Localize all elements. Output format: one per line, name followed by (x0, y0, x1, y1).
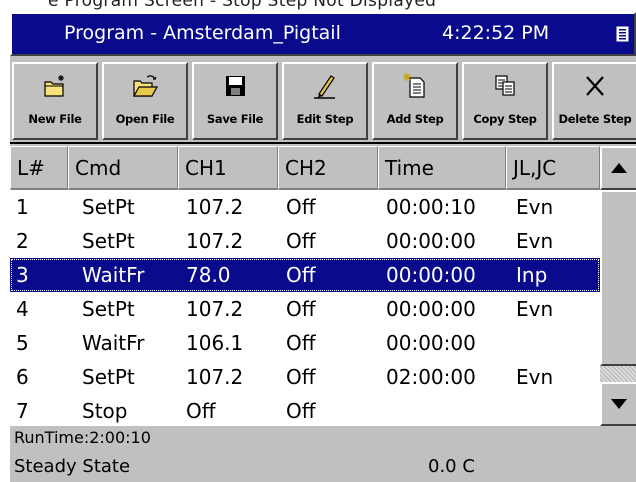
edit-step-label: Edit Step (296, 112, 354, 126)
cell-time: 00:00:10 (386, 195, 476, 219)
add-step-button[interactable]: Add Step (372, 62, 458, 140)
table-row[interactable]: 5 WaitFr 106.1 Off 00:00:00 (10, 326, 600, 360)
controller-state: Steady State (14, 456, 131, 477)
cell-ch2: Off (286, 297, 316, 321)
cell-time: 00:00:00 (386, 331, 476, 355)
scroll-up-button[interactable] (600, 146, 636, 190)
cell-ch2: Off (286, 331, 316, 355)
arrow-down-icon (611, 399, 627, 409)
scroll-down-button[interactable] (600, 382, 636, 426)
status-bar: RunTime:2:00:10 Steady State 0.0 C (10, 426, 636, 482)
table-row[interactable]: 2 SetPt 107.2 Off 00:00:00 Evn (10, 224, 600, 258)
cell-ch1: 107.2 (186, 365, 244, 389)
toolbar: New File Open File Save File Edit Step A… (10, 58, 636, 144)
save-file-label: Save File (206, 112, 264, 126)
column-header-cmd[interactable]: Cmd (68, 146, 178, 190)
open-file-button[interactable]: Open File (102, 62, 188, 140)
floppy-disk-icon (226, 76, 245, 96)
edit-step-button[interactable]: Edit Step (282, 62, 368, 140)
scroll-track[interactable] (600, 366, 636, 382)
document-caption-text: e Program Screen - Stop Step Not Display… (48, 0, 437, 11)
cell-line: 6 (16, 365, 29, 389)
menu-icon[interactable] (616, 26, 630, 42)
clock: 4:22:52 PM (442, 22, 550, 44)
new-file-icon (44, 75, 64, 97)
document-caption: e Program Screen - Stop Step Not Display… (0, 0, 636, 12)
scroll-thumb[interactable] (600, 190, 636, 366)
table-row-selected[interactable]: 3 WaitFr 78.0 Off 00:00:00 Inp (10, 258, 600, 292)
cell-ch1: 107.2 (186, 297, 244, 321)
table-row[interactable]: 6 SetPt 107.2 Off 02:00:00 Evn (10, 360, 600, 394)
add-document-icon (403, 73, 425, 98)
column-header-ch2[interactable]: CH2 (278, 146, 378, 190)
table-row[interactable]: 1 SetPt 107.2 Off 00:00:10 Evn (10, 190, 600, 224)
cell-ch2: Off (286, 195, 316, 219)
cell-jl-jc: Evn (516, 365, 554, 389)
cell-cmd: SetPt (82, 365, 135, 389)
cell-time: 00:00:00 (386, 229, 476, 253)
x-delete-icon (586, 76, 604, 96)
open-folder-icon (132, 75, 159, 97)
cell-line: 2 (16, 229, 29, 253)
program-steps-table: L# Cmd CH1 CH2 Time JL,JC 1 SetPt 107.2 … (10, 146, 600, 426)
add-step-label: Add Step (386, 112, 444, 126)
copy-step-button[interactable]: Copy Step (462, 62, 548, 140)
cell-time: 00:00:00 (386, 263, 476, 287)
arrow-up-icon (611, 163, 627, 173)
cell-ch2: Off (286, 263, 316, 287)
cell-jl-jc: Evn (516, 297, 554, 321)
cell-line: 7 (16, 399, 29, 423)
delete-step-label: Delete Step (558, 112, 632, 126)
column-header-time[interactable]: Time (378, 146, 506, 190)
cell-line: 4 (16, 297, 29, 321)
cell-cmd: SetPt (82, 195, 135, 219)
column-header-ch1[interactable]: CH1 (178, 146, 278, 190)
cell-time: 00:00:00 (386, 297, 476, 321)
cell-cmd: WaitFr (82, 263, 145, 287)
window-title: Program - Amsterdam_Pigtail (64, 22, 341, 44)
cell-cmd: WaitFr (82, 331, 145, 355)
cell-jl-jc: Evn (516, 195, 554, 219)
table-header: L# Cmd CH1 CH2 Time JL,JC (10, 146, 600, 190)
open-file-label: Open File (115, 112, 175, 126)
cell-time: 02:00:00 (386, 365, 476, 389)
vertical-scrollbar[interactable] (600, 146, 636, 426)
cell-cmd: SetPt (82, 297, 135, 321)
program-window: Program - Amsterdam_Pigtail 4:22:52 PM N… (8, 12, 636, 482)
cell-ch1: 107.2 (186, 195, 244, 219)
copy-step-label: Copy Step (473, 112, 537, 126)
process-value: 0.0 C (428, 456, 475, 477)
save-file-button[interactable]: Save File (192, 62, 278, 140)
cell-ch1: 78.0 (186, 263, 231, 287)
cell-jl-jc: Evn (516, 229, 554, 253)
cell-cmd: Stop (82, 399, 128, 423)
cell-line: 3 (16, 263, 29, 287)
cell-cmd: SetPt (82, 229, 135, 253)
cell-ch1: 107.2 (186, 229, 244, 253)
cell-ch2: Off (286, 365, 316, 389)
cell-ch2: Off (286, 229, 316, 253)
copy-icon (495, 75, 515, 96)
table-row[interactable]: 4 SetPt 107.2 Off 00:00:00 Evn (10, 292, 600, 326)
cell-ch1: Off (186, 399, 216, 423)
cell-ch2: Off (286, 399, 316, 423)
cell-ch1: 106.1 (186, 331, 244, 355)
column-header-jl-jc[interactable]: JL,JC (506, 146, 600, 190)
runtime-readout: RunTime:2:00:10 (14, 428, 151, 447)
title-bar: Program - Amsterdam_Pigtail 4:22:52 PM (10, 12, 636, 56)
cell-line: 5 (16, 331, 29, 355)
table-row[interactable]: 7 Stop Off Off (10, 394, 600, 426)
cell-line: 1 (16, 195, 29, 219)
new-file-label: New File (28, 112, 82, 126)
column-header-line[interactable]: L# (10, 146, 68, 190)
cell-jl-jc: Inp (516, 263, 548, 287)
new-file-button[interactable]: New File (12, 62, 98, 140)
pencil-icon (314, 75, 335, 99)
delete-step-button[interactable]: Delete Step (552, 62, 636, 140)
